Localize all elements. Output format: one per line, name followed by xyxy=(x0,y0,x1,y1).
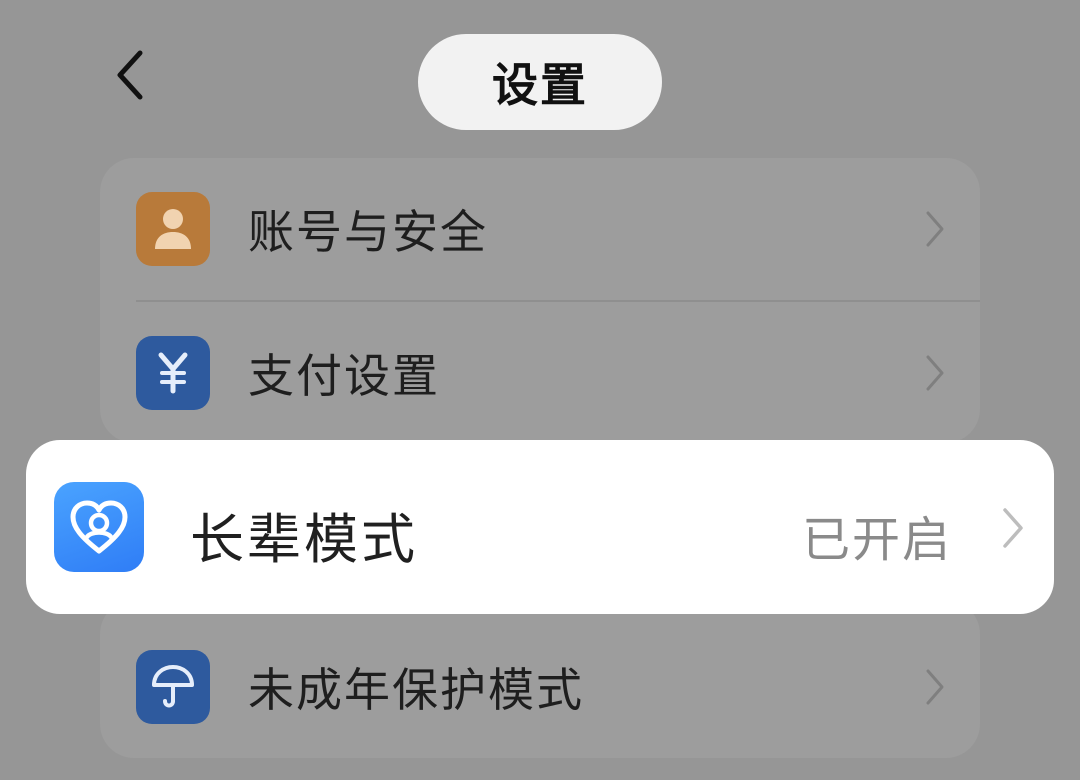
settings-item-label: 账号与安全 xyxy=(248,205,488,259)
page-title: 设置 xyxy=(492,58,588,112)
settings-item-account-security[interactable]: 账号与安全 xyxy=(100,158,980,300)
back-button[interactable] xyxy=(100,40,160,110)
settings-item-payment[interactable]: 支付设置 xyxy=(100,302,980,444)
settings-item-elder-mode[interactable]: 长辈模式 已开启 xyxy=(26,440,1054,614)
settings-item-label: 长辈模式 xyxy=(190,508,418,571)
settings-item-label: 支付设置 xyxy=(248,349,440,403)
chevron-right-icon xyxy=(920,207,950,251)
settings-item-label: 未成年保护模式 xyxy=(248,663,584,717)
settings-group-bottom: 未成年保护模式 xyxy=(100,600,980,758)
chevron-right-icon xyxy=(920,665,950,709)
yen-icon xyxy=(136,336,210,410)
heart-person-icon xyxy=(54,482,144,572)
settings-screen: 设置 账号与安全 支付设置 未成年保护模式 长辈模式 已开启 xyxy=(0,0,1080,780)
chevron-right-icon xyxy=(996,506,1030,550)
chevron-right-icon xyxy=(920,351,950,395)
status-text: 已开启 xyxy=(801,512,952,568)
settings-group-top: 账号与安全 支付设置 xyxy=(100,158,980,443)
user-icon xyxy=(136,192,210,266)
chevron-left-icon xyxy=(117,50,143,100)
settings-item-minor-protection[interactable]: 未成年保护模式 xyxy=(100,616,980,758)
umbrella-icon xyxy=(136,650,210,724)
page-title-pill: 设置 xyxy=(418,34,662,130)
